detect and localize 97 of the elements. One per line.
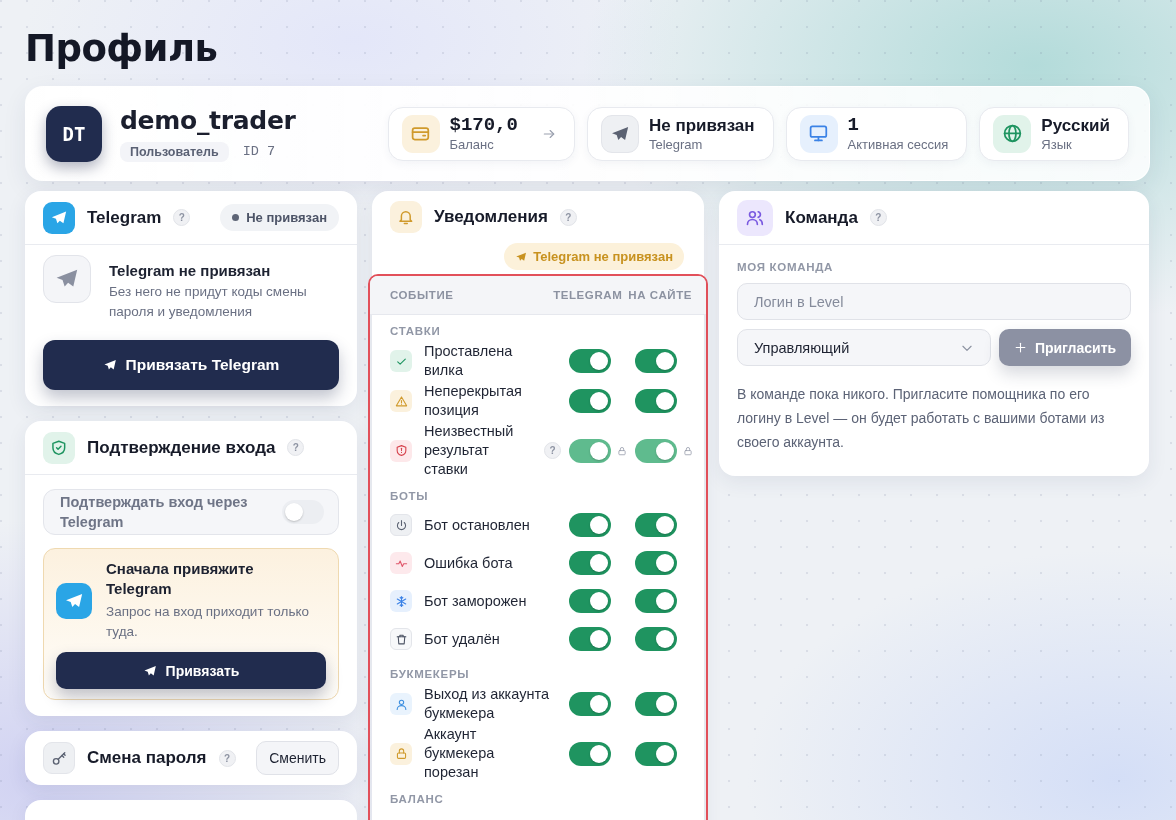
card-title: Смена пароля [87, 748, 207, 768]
toggle-switch[interactable] [569, 438, 611, 463]
paper-plane-icon [102, 358, 117, 372]
paper-plane-icon [43, 255, 91, 303]
monitor-icon [799, 114, 838, 153]
toggle-switch[interactable] [635, 389, 677, 413]
card-title: Подтверждение входа [87, 437, 276, 458]
stat-value: Не привязан [648, 114, 755, 136]
event-label: Бот заморожен [424, 591, 528, 611]
toggle-switch[interactable] [635, 513, 677, 537]
toggle-switch[interactable] [635, 438, 677, 463]
toggle-switch[interactable] [569, 551, 611, 575]
notice-text: Без него не придут коды смены пароля и уведомления [109, 283, 308, 321]
toggle-switch[interactable] [569, 741, 611, 766]
stat-value: Русский [1041, 114, 1110, 136]
event-label: Неперекрытая позиция [424, 382, 523, 420]
user-id: ID 7 [242, 144, 276, 159]
stat-label: Баланс [449, 135, 495, 153]
stat-label: Telegram [648, 135, 704, 153]
link-telegram-button[interactable]: Привязать Telegram [43, 340, 339, 390]
warning-text: Запрос на вход приходит только туда. [106, 603, 311, 641]
avatar: DT [46, 105, 102, 162]
users-icon [737, 199, 773, 236]
card-title: Команда [785, 207, 858, 228]
toggle-switch[interactable] [569, 589, 611, 613]
link-button[interactable]: Привязать [56, 652, 326, 689]
column-header: СОБЫТИЕ [390, 289, 454, 301]
column-header: НА САЙТЕ [628, 289, 692, 301]
globe-icon [993, 114, 1032, 153]
stat-label: Активная сессия [847, 135, 949, 153]
toggle-switch[interactable] [569, 692, 611, 716]
help-hint[interactable]: ? [544, 442, 561, 459]
toggle-switch[interactable] [635, 551, 677, 575]
toggle-switch[interactable] [635, 589, 677, 613]
event-label: Неизвестный результат ставки [424, 422, 515, 479]
login-input[interactable]: Логин в Level [737, 283, 1131, 320]
badge-text: Telegram не привязан [533, 249, 673, 264]
toggle-switch[interactable] [635, 349, 677, 373]
lock-icon [390, 742, 412, 765]
shield-check-icon [43, 431, 75, 464]
help-hint[interactable]: ? [869, 209, 887, 226]
stat-value: 1 [847, 114, 860, 136]
empty-team-text: В команде пока никого. Пригласите помощника по его логину в Level — он будет работать с вашими ботами из своего аккаунта. [737, 385, 1106, 452]
group-label: СТАВКИ [389, 324, 442, 339]
group-label: БАЛАНС [389, 792, 445, 807]
wallet-icon [401, 114, 440, 153]
toggle-switch[interactable] [569, 349, 611, 373]
card-title: Уведомления [434, 207, 548, 227]
trash-icon [390, 628, 412, 650]
plus-icon [1013, 341, 1027, 354]
group-label: БОТЫ [389, 489, 430, 504]
event-label: Аккаунт букмекера порезан [424, 725, 496, 782]
paper-plane-icon [142, 663, 157, 678]
help-hint[interactable]: ? [173, 209, 191, 226]
role-select[interactable]: Управляющий [737, 329, 991, 366]
paper-plane-icon [56, 582, 92, 619]
toggle-switch[interactable] [635, 741, 677, 766]
page-title: Профиль [25, 26, 218, 72]
notice-title: Telegram не привязан [109, 262, 272, 279]
pulse-icon [390, 552, 412, 574]
stat-label: Язык [1041, 135, 1073, 153]
stat-card[interactable]: $170,0 Баланс [387, 106, 575, 161]
help-hint[interactable]: ? [218, 749, 236, 767]
paper-plane-icon [515, 250, 528, 263]
status-text: Не привязан [246, 210, 327, 225]
toggle-switch[interactable] [635, 692, 677, 716]
warning-title: Сначала привяжите Telegram [106, 559, 255, 599]
help-hint[interactable]: ? [287, 439, 305, 456]
check-icon [390, 350, 412, 372]
snowflake-icon [390, 590, 412, 612]
event-label: Выход из аккаунта букмекера [424, 685, 550, 723]
toggle-switch[interactable] [635, 627, 677, 651]
section-label: МОЯ КОМАНДА [737, 261, 835, 273]
event-label: Проставлена вилка [424, 342, 514, 380]
toggle-switch[interactable] [569, 627, 611, 651]
role-badge: Пользователь [120, 141, 229, 162]
toggle-switch[interactable] [569, 513, 611, 537]
stat-value: $170,0 [449, 114, 518, 136]
setting-label: Подтверждать вход через Telegram [60, 493, 249, 532]
shield-alert-icon [390, 439, 412, 462]
key-icon [43, 742, 75, 774]
change-password-button[interactable]: Сменить [256, 741, 339, 775]
username: demo_trader [120, 105, 296, 136]
bell-icon [390, 201, 422, 233]
paper-plane-icon [43, 201, 75, 234]
user-icon [390, 693, 412, 715]
power-icon [390, 514, 412, 536]
column-header: TELEGRAM [553, 289, 623, 301]
help-hint[interactable]: ? [559, 208, 577, 226]
event-label: Бот остановлен [424, 515, 531, 535]
card-title: Telegram [87, 207, 162, 228]
toggle-switch[interactable] [569, 389, 611, 413]
event-label: Ошибка бота [424, 553, 514, 573]
group-label: БУКМЕКЕРЫ [389, 667, 471, 682]
event-label: Бот удалён [424, 629, 501, 649]
paper-plane-icon [600, 114, 639, 153]
warning-icon [390, 390, 412, 412]
